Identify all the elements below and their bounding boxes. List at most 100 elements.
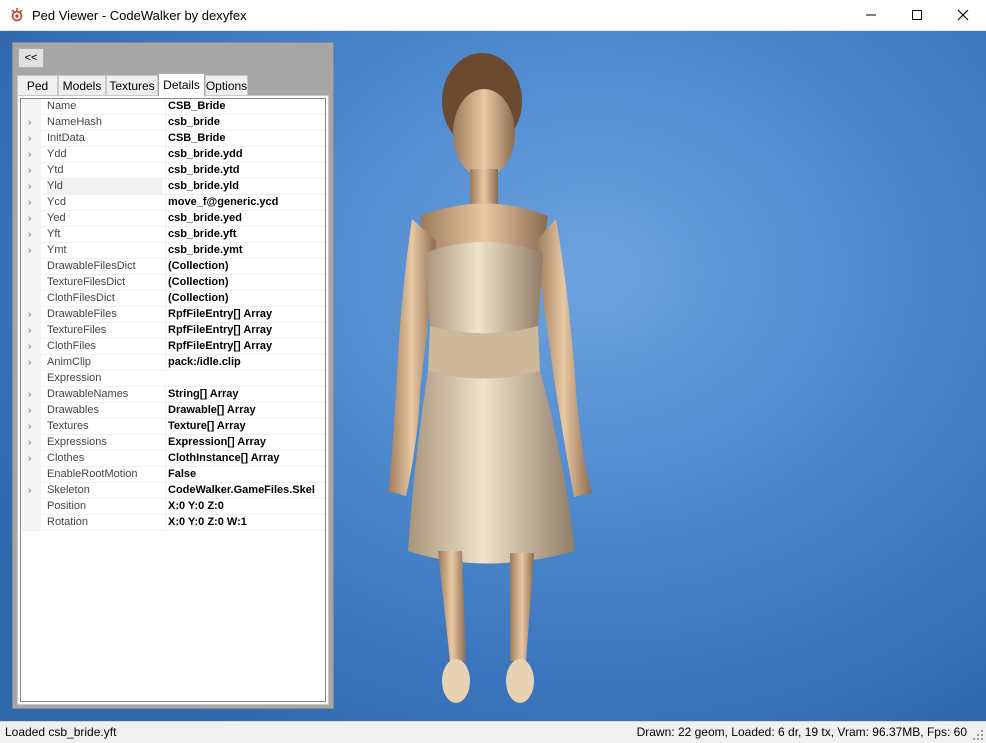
property-grid[interactable]: Name CSB_Bride › NameHash csb_bride › InitData… (20, 98, 326, 702)
expand-chevron-icon[interactable]: › (28, 355, 31, 370)
property-row[interactable]: Rotation X:0 Y:0 Z:0 W:1 (21, 515, 325, 531)
property-value[interactable]: Expression[] Array (165, 435, 325, 450)
property-value[interactable]: X:0 Y:0 Z:0 W:1 (165, 515, 325, 530)
property-name: DrawableFiles (47, 308, 117, 320)
expand-chevron-icon[interactable]: › (28, 211, 31, 226)
property-row[interactable]: › AnimClip pack:/idle.clip (21, 355, 325, 371)
property-row[interactable]: Expression (21, 371, 325, 387)
property-name: Drawables (47, 404, 99, 416)
property-row[interactable]: TextureFilesDict (Collection) (21, 275, 325, 291)
minimize-button[interactable] (848, 0, 894, 30)
expand-chevron-icon[interactable]: › (28, 163, 31, 178)
property-value[interactable]: X:0 Y:0 Z:0 (165, 499, 325, 514)
property-name: Expressions (47, 436, 107, 448)
property-value[interactable]: csb_bride.yld (165, 179, 325, 194)
property-value[interactable]: CSB_Bride (165, 131, 325, 146)
expand-chevron-icon[interactable]: › (28, 227, 31, 242)
property-name: Ydd (47, 148, 67, 160)
property-value[interactable]: String[] Array (165, 387, 325, 402)
property-row[interactable]: › Textures Texture[] Array (21, 419, 325, 435)
tab-options[interactable]: Options (205, 75, 248, 95)
expand-chevron-icon[interactable]: › (28, 419, 31, 434)
property-value[interactable]: csb_bride.yft (165, 227, 325, 242)
property-name: AnimClip (47, 356, 92, 368)
close-button[interactable] (940, 0, 986, 30)
expand-chevron-icon[interactable]: › (28, 483, 31, 498)
expand-chevron-icon[interactable]: › (28, 243, 31, 258)
property-row[interactable]: › DrawableFiles RpfFileEntry[] Array (21, 307, 325, 323)
property-row[interactable]: › Drawables Drawable[] Array (21, 403, 325, 419)
maximize-button[interactable] (894, 0, 940, 30)
expand-chevron-icon[interactable]: › (28, 307, 31, 322)
property-value[interactable]: (Collection) (165, 291, 325, 306)
property-value[interactable]: RpfFileEntry[] Array (165, 307, 325, 322)
expand-chevron-icon[interactable]: › (28, 451, 31, 466)
3d-viewport[interactable]: << Ped Models Textures Details Options N… (0, 31, 986, 721)
property-value[interactable]: csb_bride (165, 115, 325, 130)
property-value[interactable]: (Collection) (165, 275, 325, 290)
collapse-panel-button[interactable]: << (18, 48, 44, 68)
tab-ped[interactable]: Ped (17, 75, 58, 95)
property-row[interactable]: › Expressions Expression[] Array (21, 435, 325, 451)
expand-chevron-icon[interactable]: › (28, 131, 31, 146)
resize-grip-icon[interactable] (972, 729, 984, 741)
property-row[interactable]: › Yft csb_bride.yft (21, 227, 325, 243)
property-row[interactable]: › Yed csb_bride.yed (21, 211, 325, 227)
expand-chevron-icon[interactable]: › (28, 195, 31, 210)
property-row[interactable]: › Ytd csb_bride.ytd (21, 163, 325, 179)
property-name: Position (47, 500, 87, 512)
property-row[interactable]: EnableRootMotion False (21, 467, 325, 483)
status-stats: Drawn: 22 geom, Loaded: 6 dr, 19 tx, Vra… (636, 725, 967, 739)
property-row[interactable]: › Ycd move_f@generic.ycd (21, 195, 325, 211)
property-row[interactable]: Name CSB_Bride (21, 99, 325, 115)
expand-chevron-icon[interactable]: › (28, 323, 31, 338)
property-value[interactable]: pack:/idle.clip (165, 355, 325, 370)
property-row[interactable]: › InitData CSB_Bride (21, 131, 325, 147)
property-value[interactable]: csb_bride.ytd (165, 163, 325, 178)
property-row[interactable]: DrawableFilesDict (Collection) (21, 259, 325, 275)
property-row[interactable]: ClothFilesDict (Collection) (21, 291, 325, 307)
details-tab-content: Name CSB_Bride › NameHash csb_bride › InitData… (17, 95, 329, 705)
property-value[interactable]: csb_bride.yed (165, 211, 325, 226)
property-value[interactable]: RpfFileEntry[] Array (165, 323, 325, 338)
expand-chevron-icon[interactable]: › (28, 179, 31, 194)
property-row[interactable]: › Ydd csb_bride.ydd (21, 147, 325, 163)
property-row[interactable]: › Skeleton CodeWalker.GameFiles.Skel (21, 483, 325, 499)
expand-chevron-icon[interactable]: › (28, 339, 31, 354)
property-value[interactable]: CSB_Bride (165, 99, 325, 114)
tab-textures[interactable]: Textures (106, 75, 158, 95)
property-row[interactable]: › Yld csb_bride.yld (21, 179, 325, 195)
window-title: Ped Viewer - CodeWalker by dexyfex (32, 8, 247, 23)
property-value[interactable]: csb_bride.ymt (165, 243, 325, 258)
property-row[interactable]: › TextureFiles RpfFileEntry[] Array (21, 323, 325, 339)
title-bar[interactable]: Ped Viewer - CodeWalker by dexyfex (0, 0, 986, 31)
property-value[interactable]: Texture[] Array (165, 419, 325, 434)
status-bar: Loaded csb_bride.yft Drawn: 22 geom, Loa… (0, 721, 986, 743)
expand-chevron-icon[interactable]: › (28, 435, 31, 450)
property-row[interactable]: Position X:0 Y:0 Z:0 (21, 499, 325, 515)
expand-chevron-icon[interactable]: › (28, 147, 31, 162)
property-value[interactable]: False (165, 467, 325, 482)
property-value[interactable]: ClothInstance[] Array (165, 451, 325, 466)
property-value[interactable]: CodeWalker.GameFiles.Skel (165, 483, 325, 498)
property-name: Ymt (47, 244, 67, 256)
tab-models[interactable]: Models (58, 75, 106, 95)
property-value[interactable]: Drawable[] Array (165, 403, 325, 418)
property-name: NameHash (47, 116, 103, 128)
property-value[interactable]: csb_bride.ydd (165, 147, 325, 162)
property-row[interactable]: › ClothFiles RpfFileEntry[] Array (21, 339, 325, 355)
tab-details[interactable]: Details (158, 73, 205, 96)
maximize-icon (912, 10, 922, 20)
property-row[interactable]: › Clothes ClothInstance[] Array (21, 451, 325, 467)
expand-chevron-icon[interactable]: › (28, 403, 31, 418)
property-name: DrawableFilesDict (47, 260, 136, 272)
property-value[interactable]: move_f@generic.ycd (165, 195, 325, 210)
property-row[interactable]: › Ymt csb_bride.ymt (21, 243, 325, 259)
property-row[interactable]: › NameHash csb_bride (21, 115, 325, 131)
expand-chevron-icon[interactable]: › (28, 387, 31, 402)
property-value[interactable]: (Collection) (165, 259, 325, 274)
minimize-icon (866, 14, 876, 16)
property-value[interactable]: RpfFileEntry[] Array (165, 339, 325, 354)
expand-chevron-icon[interactable]: › (28, 115, 31, 130)
property-row[interactable]: › DrawableNames String[] Array (21, 387, 325, 403)
